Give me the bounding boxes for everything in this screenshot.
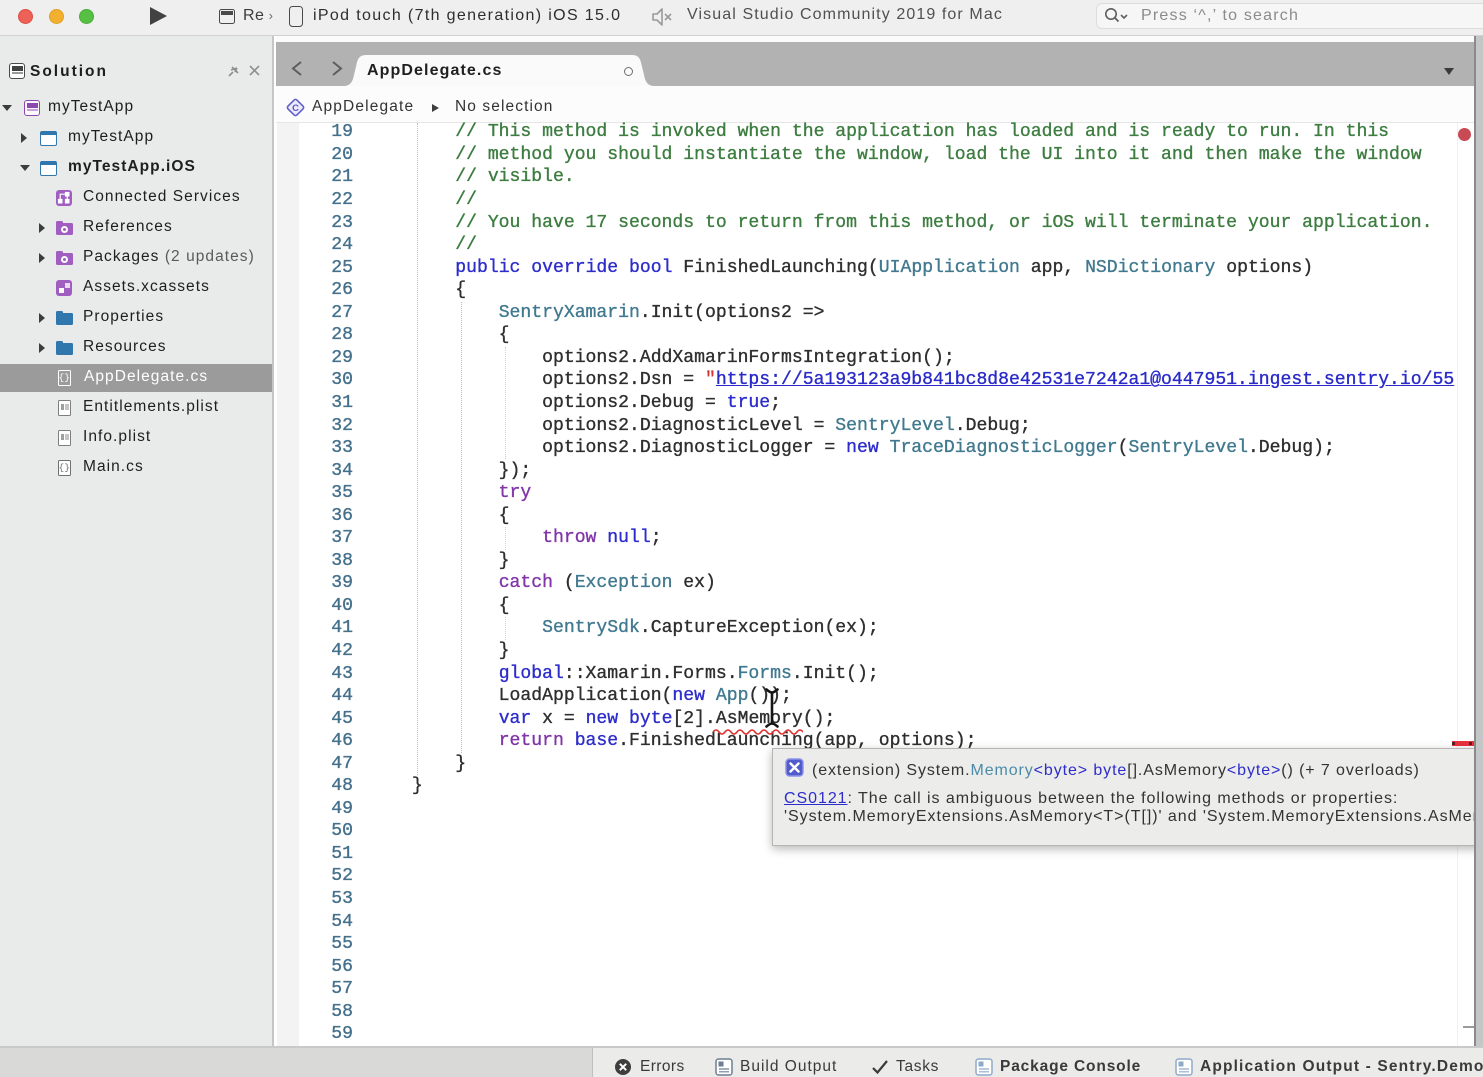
svg-text:C: C xyxy=(292,103,299,114)
